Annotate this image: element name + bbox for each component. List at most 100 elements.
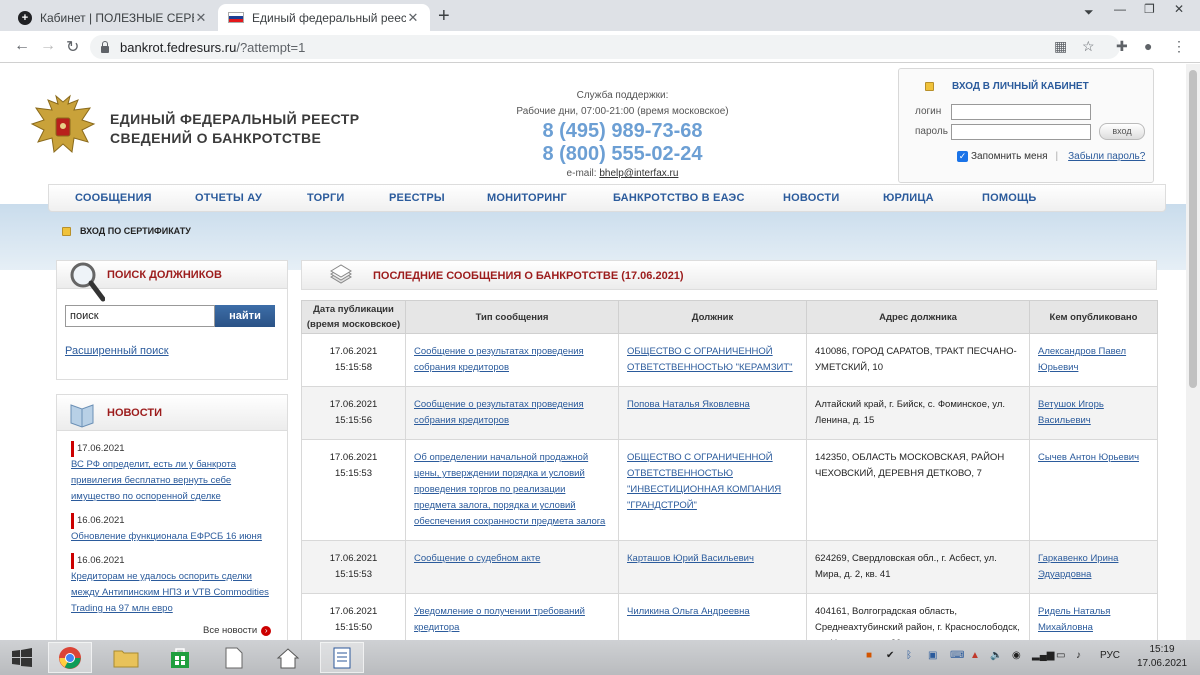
message-type-link[interactable]: Сообщение о результатах проведения собра… — [414, 399, 584, 426]
url-field[interactable]: bankrot.fedresurs.ru /?attempt=1 — [90, 35, 1120, 59]
scrollbar-thumb[interactable] — [1189, 70, 1197, 388]
close-window-button[interactable]: ✕ — [1174, 2, 1184, 16]
news-link[interactable]: Кредиторам не удалось оспорить сделки ме… — [71, 569, 271, 617]
padlock-icon — [62, 226, 71, 236]
login-input[interactable] — [951, 104, 1091, 120]
password-input[interactable] — [951, 124, 1091, 140]
support-email-link[interactable]: bhelp@interfax.ru — [599, 168, 678, 179]
documents-stack-icon — [330, 264, 352, 284]
forgot-password-link[interactable]: Забыли пароль? — [1068, 151, 1145, 162]
news-link[interactable]: ВС РФ определит, есть ли у банкрота прив… — [71, 457, 271, 505]
cell-debtor: Чиликина Ольга Андреевна — [618, 593, 807, 640]
taskbar-home[interactable] — [266, 642, 310, 673]
clock-time: 15:19 — [1149, 644, 1175, 655]
magnifier-icon — [70, 262, 105, 302]
debtor-link[interactable]: Карташов Юрий Васильевич — [627, 553, 754, 564]
tray-camera-icon[interactable]: ◉ — [1012, 650, 1021, 661]
publisher-link[interactable]: Гаркавенко Ирина Эдуардовна — [1038, 553, 1118, 580]
tray-signal-icon[interactable]: ▂▄▆ — [1032, 650, 1054, 661]
menu-item-messages[interactable]: СООБЩЕНИЯ — [75, 192, 152, 204]
debtor-search-panel: ПОИСК ДОЛЖНИКОВ поиск найти Расширенный … — [56, 260, 288, 380]
reload-button[interactable]: ↻ — [66, 37, 79, 57]
store-icon — [171, 647, 189, 668]
menu-item-help[interactable]: ПОМОЩЬ — [982, 192, 1037, 204]
tray-monitor-icon[interactable]: ▣ — [928, 650, 937, 661]
cell-type: Сообщение о судебном акте — [405, 540, 619, 594]
tray-network-warning-icon[interactable]: ▲ — [970, 650, 980, 661]
menu-item-legal-entities[interactable]: ЮРЛИЦА — [883, 192, 934, 204]
message-time: 15:15:53 — [335, 468, 372, 479]
tray-check-icon[interactable]: ✔ — [886, 650, 894, 661]
publisher-link[interactable]: Александров Павел Юрьевич — [1038, 346, 1126, 373]
message-type-link[interactable]: Сообщение о судебном акте — [414, 553, 540, 564]
minimize-button[interactable]: — — [1114, 2, 1126, 16]
message-type-link[interactable]: Об определении начальной продажной цены,… — [414, 452, 605, 527]
browser-tab-cabinet[interactable]: + Кабинет | ПОЛЕЗНЫЕ СЕРВИСЫ ✕ — [8, 4, 218, 31]
padlock-icon — [925, 82, 934, 91]
forward-button[interactable]: → — [40, 37, 56, 55]
debtor-search-input[interactable]: поиск — [65, 305, 215, 327]
table-row: 17.06.2021 15:15:53 Сообщение о судебном … — [301, 540, 1158, 594]
message-type-link[interactable]: Уведомление о получении требований креди… — [414, 606, 585, 633]
debtor-search-button[interactable]: найти — [215, 305, 275, 327]
publisher-link[interactable]: Ридель Наталья Михайловна — [1038, 606, 1110, 633]
menu-item-monitoring[interactable]: МОНИТОРИНГ — [487, 192, 567, 204]
login-submit-button[interactable]: вход — [1099, 123, 1145, 140]
debtor-link[interactable]: ОБЩЕСТВО С ОГРАНИЧЕННОЙ ОТВЕТСТВЕННОСТЬЮ… — [627, 452, 781, 511]
restore-button[interactable]: ❐ — [1144, 2, 1155, 16]
profile-avatar-icon[interactable]: ● — [1144, 38, 1152, 54]
taskbar-clock[interactable]: 15:19 17.06.2021 — [1130, 643, 1194, 671]
message-time: 15:15:53 — [335, 569, 372, 580]
extensions-puzzle-icon[interactable]: ✚ — [1116, 38, 1128, 55]
cell-date: 17.06.2021 15:15:50 — [301, 593, 406, 640]
tray-keyboard-icon[interactable]: ⌨ — [950, 650, 964, 661]
debtor-link[interactable]: Попова Наталья Яковлевна — [627, 399, 750, 410]
tray-speaker-icon[interactable]: ♪ — [1076, 650, 1081, 661]
bookmark-star-icon[interactable]: ☆ — [1082, 38, 1095, 55]
publisher-link[interactable]: Ветушок Игорь Васильевич — [1038, 399, 1104, 426]
taskbar-word[interactable] — [320, 642, 364, 673]
debtor-link[interactable]: ОБЩЕСТВО С ОГРАНИЧЕННОЙ ОТВЕТСТВЕННОСТЬЮ… — [627, 346, 793, 373]
close-tab-icon[interactable]: ✕ — [194, 10, 208, 26]
taskbar-document[interactable] — [212, 642, 256, 673]
keyboard-language[interactable]: РУС — [1100, 650, 1120, 661]
menu-item-reports[interactable]: ОТЧЕТЫ АУ — [195, 192, 262, 204]
certificate-login-link[interactable]: ВХОД ПО СЕРТИФИКАТУ — [62, 226, 191, 236]
menu-item-registers[interactable]: РЕЕСТРЫ — [389, 192, 445, 204]
close-tab-icon[interactable]: ✕ — [406, 10, 420, 26]
tray-volume-icon[interactable]: 🔈 — [990, 650, 1002, 661]
new-tab-button[interactable]: + — [438, 5, 450, 28]
debtor-link[interactable]: Чиликина Ольга Андреевна — [627, 606, 750, 617]
taskbar-store[interactable] — [158, 642, 202, 673]
cell-address: Алтайский край, г. Бийск, с. Фоминское, … — [806, 386, 1030, 440]
page-scrollbar[interactable] — [1186, 64, 1200, 640]
site-brand[interactable]: ЕДИНЫЙ ФЕДЕРАЛЬНЫЙ РЕЕСТР СВЕДЕНИЙ О БАН… — [110, 110, 359, 148]
tray-app-icon[interactable]: ■ — [866, 650, 872, 661]
debtor-search-header: ПОИСК ДОЛЖНИКОВ — [57, 261, 287, 302]
advanced-search-link[interactable]: Расширенный поиск — [65, 345, 169, 357]
windows-logo-icon — [12, 647, 32, 667]
message-type-link[interactable]: Сообщение о результатах проведения собра… — [414, 346, 584, 373]
menu-item-auctions[interactable]: ТОРГИ — [307, 192, 344, 204]
back-button[interactable]: ← — [14, 37, 30, 55]
tray-bluetooth-icon[interactable]: ᛒ — [906, 650, 912, 661]
news-date: 17.06.2021 — [71, 441, 271, 457]
cell-publisher: Ридель Наталья Михайловна — [1029, 593, 1158, 640]
remember-me-checkbox[interactable]: ✓ — [957, 151, 968, 162]
news-link[interactable]: Обновление функционала ЕФРСБ 16 июня — [71, 529, 271, 545]
publisher-link[interactable]: Сычев Антон Юрьевич — [1038, 452, 1139, 463]
cell-address: 624269, Свердловская обл., г. Асбест, ул… — [806, 540, 1030, 594]
browser-tab-fedresurs[interactable]: Единый федеральный реестр св ✕ — [218, 4, 430, 31]
tab-search-icon[interactable]: ⏷ — [1084, 5, 1094, 20]
tray-display-icon[interactable]: ▭ — [1056, 650, 1065, 661]
menu-item-eaeu[interactable]: БАНКРОТСТВО В ЕАЭС — [613, 192, 745, 204]
qr-code-icon[interactable]: ▦ — [1054, 38, 1067, 55]
all-news-link[interactable]: Все новости › — [203, 625, 272, 636]
menu-item-news[interactable]: НОВОСТИ — [783, 192, 839, 204]
taskbar-chrome[interactable] — [48, 642, 92, 673]
lock-icon[interactable] — [100, 41, 110, 53]
start-button[interactable] — [0, 642, 44, 673]
cell-type: Сообщение о результатах проведения собра… — [405, 333, 619, 387]
browser-menu-icon[interactable]: ⋮ — [1172, 38, 1186, 55]
taskbar-explorer[interactable] — [104, 642, 148, 673]
